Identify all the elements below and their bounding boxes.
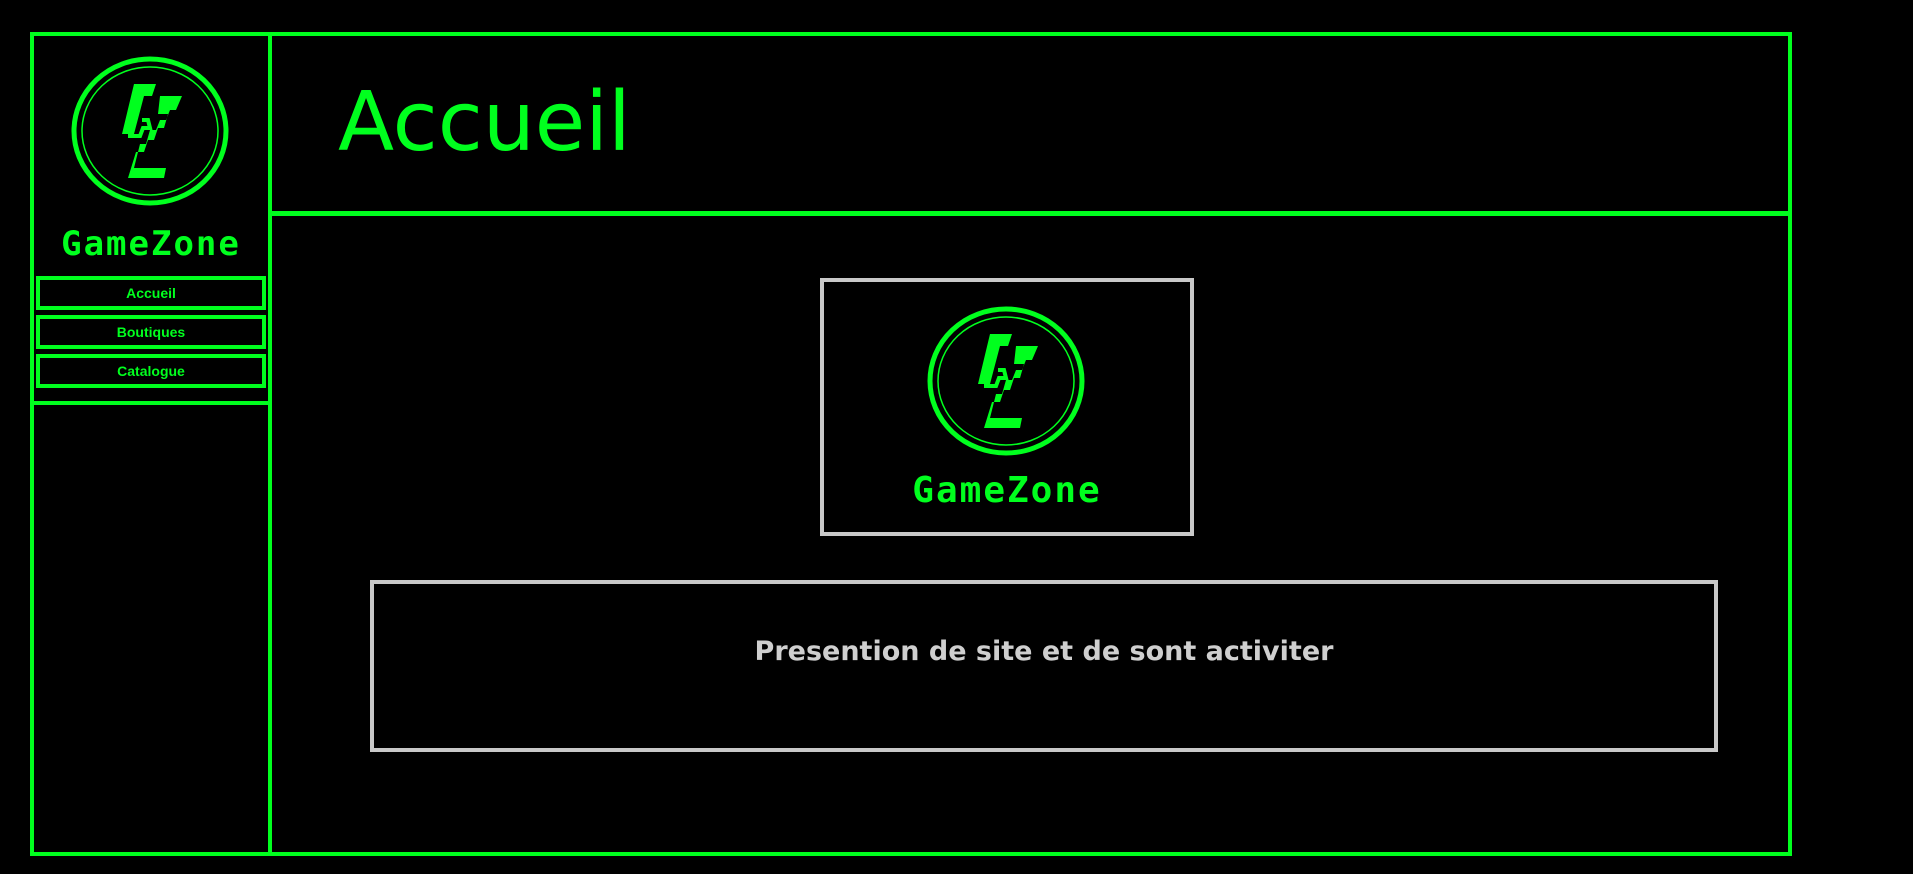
- sidebar: GameZone Accueil Boutiques Catalogue: [34, 36, 272, 852]
- brand-name: GameZone: [61, 224, 241, 264]
- gz-logo-icon: [71, 56, 229, 206]
- nav-item-boutiques[interactable]: Boutiques: [36, 315, 266, 349]
- app-frame: GameZone Accueil Boutiques Catalogue Acc…: [30, 32, 1792, 856]
- nav-item-catalogue[interactable]: Catalogue: [36, 354, 266, 388]
- nav-item-accueil[interactable]: Accueil: [36, 276, 266, 310]
- presentation-text: Presention de site et de sont activiter: [754, 636, 1334, 667]
- header: Accueil: [272, 36, 1788, 216]
- hero-brand-name: GameZone: [912, 470, 1102, 511]
- page-title: Accueil: [338, 75, 631, 170]
- gz-logo-icon: [927, 306, 1085, 456]
- hero-logo-box: GameZone: [820, 278, 1194, 536]
- sidebar-nav: Accueil Boutiques Catalogue: [34, 276, 268, 393]
- sidebar-logo[interactable]: GameZone: [34, 36, 268, 276]
- nav-divider: [34, 401, 268, 405]
- presentation-box: Presention de site et de sont activiter: [370, 580, 1718, 752]
